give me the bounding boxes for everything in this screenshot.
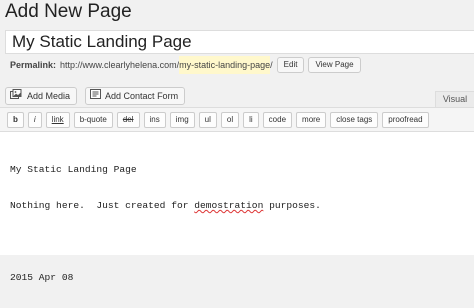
content-textarea[interactable]: My Static Landing Page Nothing here. Jus… [0, 132, 474, 283]
media-icon [10, 88, 23, 104]
permalink-row: Permalink: http://www.clearlyhelena.com/… [10, 56, 361, 74]
qt-ins-button[interactable]: ins [143, 112, 166, 128]
qt-proofread-button[interactable]: proofread [382, 112, 429, 128]
qt-bold-button[interactable]: b [7, 112, 24, 128]
qt-blockquote-button[interactable]: b-quote [73, 112, 113, 128]
page-title: Add New Page [5, 1, 132, 22]
quicktags-toolbar: b i link b-quote del ins img ul ol li co… [0, 107, 474, 132]
permalink-edit-button[interactable]: Edit [276, 57, 305, 73]
content-text-fragment: Nothing here. Just created for [10, 200, 195, 211]
content-line: My Static Landing Page [10, 164, 137, 175]
post-title-input[interactable]: My Static Landing Page [5, 30, 474, 54]
contact-form-icon [90, 88, 102, 104]
add-contact-form-label: Add Contact Form [105, 91, 179, 101]
add-contact-form-button[interactable]: Add Contact Form [85, 87, 186, 105]
qt-img-button[interactable]: img [169, 112, 195, 128]
content-line [10, 236, 321, 248]
add-media-button[interactable]: Add Media [5, 87, 78, 105]
misspelled-word[interactable]: demostration [194, 200, 263, 211]
content-line: 2015 Apr 08 [10, 272, 74, 283]
qt-close-tags-button[interactable]: close tags [330, 112, 379, 128]
qt-del-button[interactable]: del [116, 112, 140, 128]
content-line: Nothing here. Just created for demostrat… [10, 200, 321, 212]
qt-italic-button[interactable]: i [27, 112, 42, 128]
permalink-slug[interactable]: my-static-landing-page [179, 56, 271, 74]
qt-ol-button[interactable]: ol [220, 112, 240, 128]
view-page-button[interactable]: View Page [308, 57, 361, 73]
qt-ul-button[interactable]: ul [198, 112, 217, 128]
qt-link-button[interactable]: link [45, 112, 70, 128]
content-text-fragment: purposes. [263, 200, 321, 211]
media-buttons: Add Media Add Contact Form [5, 87, 193, 105]
qt-li-button[interactable]: li [243, 112, 259, 128]
permalink-label: Permalink: [10, 60, 57, 70]
permalink-trail: / [270, 60, 273, 70]
permalink-base: http://www.clearlyhelena.com/ [60, 60, 180, 70]
qt-more-button[interactable]: more [296, 112, 327, 128]
tab-visual[interactable]: Visual [435, 91, 474, 107]
content-text: My Static Landing Page Nothing here. Jus… [10, 140, 321, 308]
qt-code-button[interactable]: code [262, 112, 293, 128]
add-media-label: Add Media [27, 91, 71, 101]
